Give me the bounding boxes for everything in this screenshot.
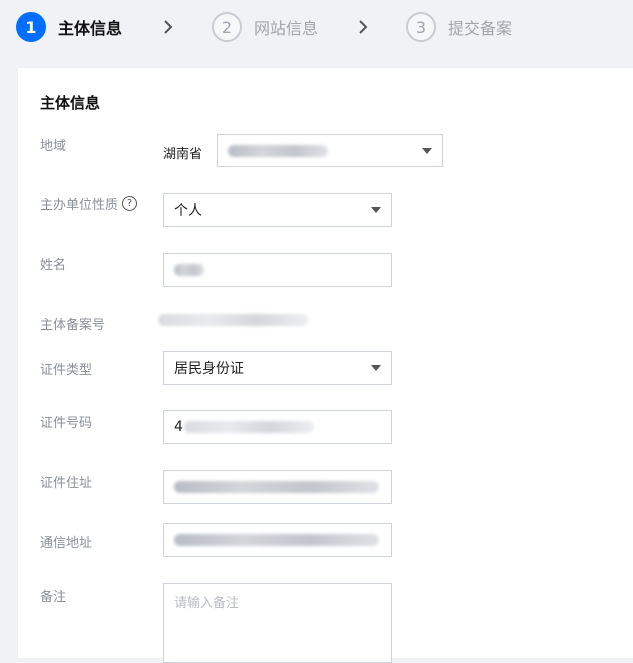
unit-type-select[interactable]: 个人 <box>163 193 392 227</box>
help-icon[interactable]: ? <box>122 196 138 211</box>
id-type-label: 证件类型 <box>40 363 93 378</box>
province-label: 湖南省 <box>163 147 203 162</box>
name-label: 姓名 <box>40 258 67 273</box>
step-number: 1 <box>16 12 46 42</box>
id-type-select[interactable]: 居民身份证 <box>163 351 392 385</box>
redacted-record-no <box>158 314 308 326</box>
id-type-value: 居民身份证 <box>174 361 244 377</box>
panel-title: 主体信息 <box>40 94 101 112</box>
caret-down-icon <box>422 147 432 154</box>
contact-address-label: 通信地址 <box>40 536 93 551</box>
step-3[interactable]: 3 提交备案 <box>406 12 512 42</box>
redacted-value <box>174 481 379 493</box>
city-select[interactable] <box>217 134 443 167</box>
id-address-input[interactable] <box>163 470 392 504</box>
remark-textarea[interactable]: 请输入备注 <box>163 583 392 663</box>
chevron-right-icon <box>160 19 176 35</box>
redacted-value <box>174 264 204 276</box>
id-number-prefix: 4 <box>174 419 183 435</box>
step-label: 提交备案 <box>448 19 513 38</box>
chevron-right-icon <box>355 19 371 35</box>
step-number: 2 <box>212 12 242 42</box>
region-label: 地域 <box>40 139 67 154</box>
unit-type-label: 主办单位性质 <box>40 198 119 213</box>
step-1[interactable]: 1 主体信息 <box>16 12 122 42</box>
redacted-value <box>184 421 314 433</box>
step-number: 3 <box>406 12 436 42</box>
id-number-label: 证件号码 <box>40 416 93 431</box>
step-2[interactable]: 2 网站信息 <box>212 12 318 42</box>
id-number-input[interactable]: 4 <box>163 410 392 444</box>
remark-label: 备注 <box>40 590 67 605</box>
unit-type-label-row: 主办单位性质 ? <box>40 194 138 213</box>
step-label: 主体信息 <box>58 19 123 38</box>
caret-down-icon <box>371 365 381 371</box>
record-no-label: 主体备案号 <box>40 318 106 333</box>
redacted-value <box>228 145 328 157</box>
step-label: 网站信息 <box>254 19 319 38</box>
redacted-value <box>174 534 379 546</box>
caret-down-icon <box>371 207 381 213</box>
unit-type-value: 个人 <box>174 203 202 219</box>
id-address-label: 证件住址 <box>40 476 93 491</box>
form-panel: 主体信息 地域 湖南省 主办单位性质 ? 个人 姓名 主体备案号 证件类型 居民… <box>18 68 633 663</box>
stepper: 1 主体信息 2 网站信息 3 提交备案 <box>0 0 633 64</box>
contact-address-input[interactable] <box>163 523 392 557</box>
name-input[interactable] <box>163 253 392 287</box>
